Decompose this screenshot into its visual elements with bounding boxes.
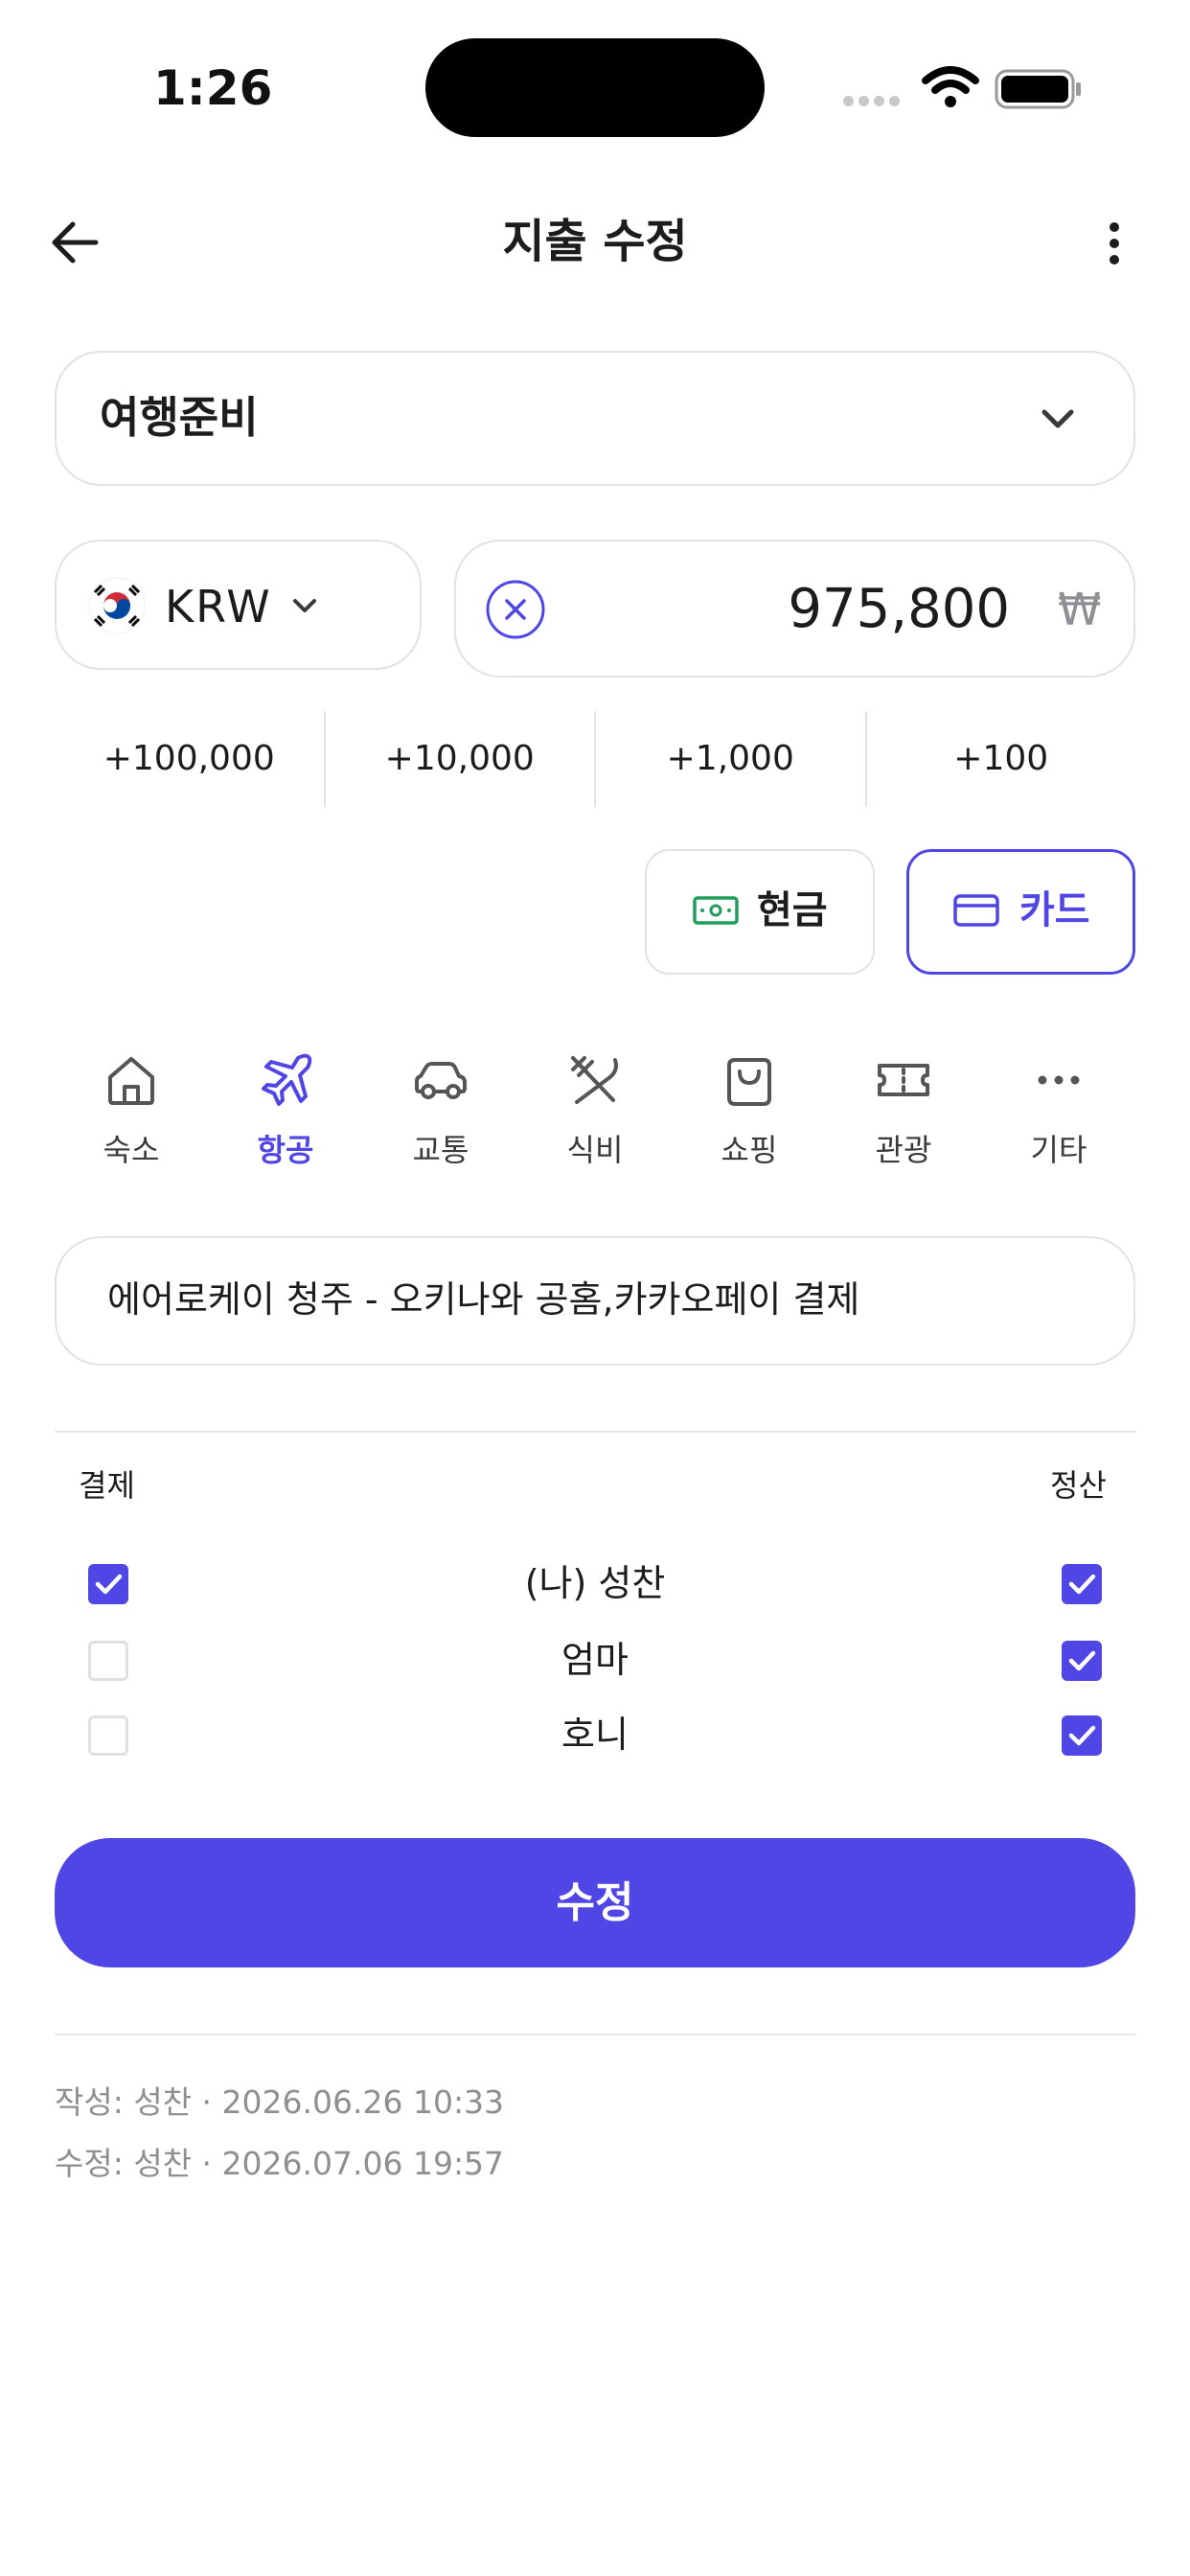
quick-add-100000-button[interactable]: +100,000 — [55, 711, 326, 807]
category-transport[interactable]: 교통 — [374, 1050, 508, 1184]
category-label: 교통 — [412, 1132, 469, 1168]
korea-flag-icon — [88, 577, 146, 634]
cash-label: 현금 — [757, 888, 828, 932]
paid-checkbox-mom[interactable] — [88, 1641, 128, 1681]
category-flight[interactable]: 항공 — [218, 1050, 353, 1184]
more-options-button[interactable] — [1100, 215, 1129, 272]
shopping-bag-icon — [727, 1058, 771, 1106]
close-circle-icon — [486, 580, 545, 639]
utensils-icon — [571, 1056, 618, 1104]
credit-card-icon — [952, 891, 1000, 930]
memo-value: 에어로케이 청주 - 오키나와 공홈,카카오페이 결제 — [107, 1278, 860, 1321]
check-icon — [1068, 1574, 1096, 1595]
quick-add-1000-button[interactable]: +1,000 — [596, 711, 867, 807]
submit-button[interactable]: 수정 — [55, 1838, 1135, 1967]
car-icon — [415, 1062, 467, 1099]
card-label: 카드 — [1019, 888, 1090, 932]
category-label: 기타 — [1030, 1132, 1087, 1168]
category-label: 쇼핑 — [721, 1132, 778, 1168]
member-name: (나) 성찬 — [524, 1562, 666, 1604]
divider — [55, 2034, 1135, 2036]
category-label: 항공 — [257, 1132, 314, 1168]
wifi-icon — [922, 63, 979, 109]
category-other[interactable]: 기타 — [992, 1050, 1126, 1184]
member-name: 엄마 — [561, 1639, 629, 1681]
category-label: 숙소 — [103, 1132, 160, 1168]
home-icon — [108, 1057, 154, 1105]
more-vertical-icon — [1110, 222, 1119, 264]
chevron-down-icon — [287, 592, 322, 621]
settle-checkbox-mom[interactable] — [1062, 1641, 1102, 1681]
paid-checkbox-me[interactable] — [88, 1564, 128, 1604]
check-icon — [95, 1574, 123, 1595]
won-symbol: ₩ — [1058, 584, 1102, 635]
settle-checkbox-me[interactable] — [1062, 1564, 1102, 1604]
dynamic-island — [425, 38, 765, 137]
status-time: 1:26 — [153, 60, 273, 116]
clear-amount-button[interactable] — [485, 579, 546, 640]
created-info: 작성: 성찬 · 2026.06.26 10:33 — [55, 2083, 505, 2121]
category-label: 관광 — [875, 1132, 932, 1168]
ticket-icon — [878, 1064, 929, 1096]
cellular-signal-icon — [843, 92, 906, 106]
member-name: 호니 — [561, 1714, 629, 1756]
arrow-left-icon — [52, 221, 99, 264]
more-horizontal-icon — [1038, 1075, 1080, 1085]
quick-add-row: +100,000 +10,000 +1,000 +100 — [55, 711, 1135, 807]
settle-checkbox-honey[interactable] — [1062, 1715, 1102, 1756]
page-title: 지출 수정 — [502, 215, 688, 268]
cash-icon — [692, 891, 740, 930]
quick-add-10000-button[interactable]: +10,000 — [326, 711, 596, 807]
battery-icon — [995, 69, 1083, 109]
category-label: 식비 — [566, 1132, 624, 1168]
check-icon — [1068, 1725, 1096, 1746]
category-sightseeing[interactable]: 관광 — [836, 1050, 971, 1184]
chevron-down-icon — [1037, 401, 1079, 439]
category-select-value: 여행준비 — [100, 392, 259, 443]
paid-checkbox-honey[interactable] — [88, 1715, 128, 1756]
airplane-icon — [262, 1053, 312, 1106]
divider — [55, 1431, 1135, 1433]
currency-code: KRW — [165, 581, 272, 632]
modified-info: 수정: 성찬 · 2026.07.06 19:57 — [55, 2145, 505, 2182]
back-button[interactable] — [46, 213, 105, 272]
pay-column-header: 결제 — [79, 1467, 135, 1504]
category-food[interactable]: 식비 — [528, 1050, 662, 1184]
amount-value: 975,800 — [788, 578, 1010, 640]
check-icon — [1068, 1650, 1096, 1671]
category-shopping[interactable]: 쇼핑 — [682, 1050, 816, 1184]
settle-column-header: 정산 — [1050, 1467, 1107, 1504]
category-accommodation[interactable]: 숙소 — [64, 1050, 198, 1184]
quick-add-100-button[interactable]: +100 — [867, 711, 1136, 807]
